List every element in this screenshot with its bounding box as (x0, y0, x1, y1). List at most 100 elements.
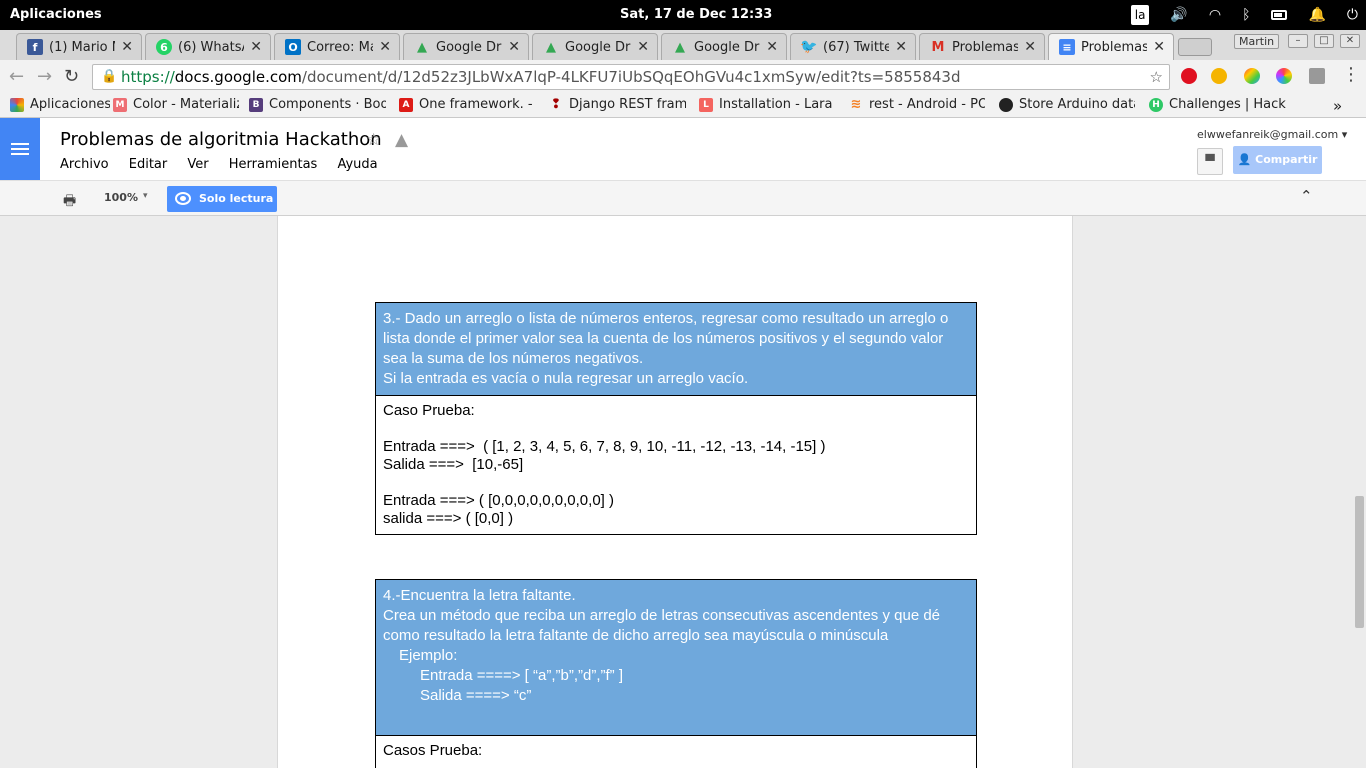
share-button[interactable]: 👤 Compartir (1233, 146, 1322, 174)
bookmark-item[interactable]: ≋ rest - Android - POST (849, 97, 985, 112)
document-page: 3.- Dado un arreglo o lista de números e… (277, 216, 1073, 768)
tab-title: Google Driv (694, 39, 760, 55)
close-tab-icon[interactable]: ✕ (637, 39, 649, 55)
keyboard-layout-indicator[interactable]: la (1130, 5, 1150, 25)
menu-ayuda[interactable]: Ayuda (337, 157, 377, 172)
secure-lock-icon[interactable]: 🔒 (101, 65, 117, 89)
browser-tab[interactable]: f (1) Mario Mo ✕ (16, 33, 142, 60)
close-window-icon[interactable]: ✕ (1340, 34, 1360, 48)
maximize-window-icon[interactable]: □ (1314, 34, 1334, 48)
activities-menu[interactable]: Aplicaciones (10, 7, 102, 22)
browser-tab-active[interactable]: ≡ Problemas c ✕ (1048, 33, 1174, 60)
print-icon[interactable]: 🖶 (63, 190, 76, 214)
document-canvas: 3.- Dado un arreglo o lista de números e… (0, 216, 1366, 768)
close-tab-icon[interactable]: ✕ (1153, 39, 1165, 55)
test-case-line: Entrada ===> ( [1, 2, 3, 4, 5, 6, 7, 8, … (383, 438, 826, 455)
back-arrow-icon[interactable]: ← (9, 66, 24, 87)
docs-toolbar: 🖶 100% ▾ Solo lectura ▾ ⌃ (0, 180, 1366, 231)
close-tab-icon[interactable]: ✕ (250, 39, 262, 55)
chevron-down-icon: ▾ (1341, 128, 1348, 141)
gmail-icon: M (931, 39, 945, 55)
collapse-header-icon[interactable]: ⌃ (1300, 187, 1313, 205)
close-tab-icon[interactable]: ✕ (121, 39, 133, 55)
test-cases: Casos Prueba: (376, 736, 976, 768)
menu-archivo[interactable]: Archivo (60, 157, 109, 172)
close-tab-icon[interactable]: ✕ (379, 39, 391, 55)
more-bookmarks-icon[interactable]: » (1333, 97, 1342, 115)
zoom-select[interactable]: 100% (104, 191, 138, 204)
tab-title: Problemas d (952, 39, 1019, 55)
address-bar[interactable]: 🔒 https://docs.google.com/document/d/12d… (92, 64, 1170, 90)
problem-table: 4.-Encuentra la letra faltante. Crea un … (375, 579, 977, 768)
minimize-window-icon[interactable]: – (1288, 34, 1308, 48)
bookmark-item[interactable]: A One framework. - An (399, 97, 536, 112)
color-picker-extension-icon[interactable] (1276, 68, 1292, 84)
menu-herramientas[interactable]: Herramientas (229, 157, 318, 172)
test-case-line: Caso Prueba: (383, 402, 475, 419)
chrome-menu-icon[interactable]: ⋮ (1342, 64, 1360, 85)
star-document-icon[interactable]: ☆ (366, 130, 381, 150)
menu-editar[interactable]: Editar (129, 157, 168, 172)
drive-folder-icon[interactable]: ▲ (395, 130, 408, 150)
bookmark-item[interactable]: M Color - Materialize (113, 97, 239, 112)
problem-header: 3.- Dado un arreglo o lista de números e… (376, 303, 976, 396)
bookmark-label: rest - Android - POST (869, 97, 985, 112)
problem-table: 3.- Dado un arreglo o lista de números e… (375, 302, 977, 535)
browser-tab[interactable]: M Problemas d ✕ (919, 33, 1045, 60)
bookmark-item[interactable]: B Components · Bootst (249, 97, 386, 112)
chevron-down-icon[interactable]: ▾ (143, 191, 148, 201)
close-tab-icon[interactable]: ✕ (508, 39, 520, 55)
wifi-icon[interactable]: ◠ (1209, 4, 1221, 26)
document-title: Problemas de algoritmia Hackathon (60, 129, 382, 150)
docs-home-icon[interactable] (0, 118, 40, 180)
docs-header: Problemas de algoritmia Hackathon ☆ ▲ Ar… (0, 118, 1366, 180)
account-email[interactable]: elwwefanreik@gmail.com ▾ (1197, 128, 1347, 141)
browser-tab[interactable]: ▲ Google Driv ✕ (403, 33, 529, 60)
browser-tab[interactable]: ▲ Google Driv ✕ (532, 33, 658, 60)
reload-icon[interactable]: ↻ (64, 66, 79, 87)
bookmark-label: Django REST framew (569, 97, 686, 112)
browser-tab[interactable]: 🐦 (67) Twitter ✕ (790, 33, 916, 60)
lambda-extension-icon[interactable] (1309, 68, 1325, 84)
tab-title: Google Driv (436, 39, 502, 55)
person-icon: 👤 (1237, 153, 1252, 166)
bluetooth-icon[interactable]: ᛒ (1242, 4, 1250, 26)
stackoverflow-icon: ≋ (850, 97, 862, 112)
bookmark-item[interactable]: ❢ Django REST framew (549, 97, 686, 112)
bookmark-item[interactable]: Aplicaciones (10, 97, 110, 112)
forward-arrow-icon[interactable]: → (37, 66, 52, 87)
bookmark-item[interactable]: L Installation - Laravel (699, 97, 833, 112)
view-mode-button[interactable]: Solo lectura ▾ (167, 186, 277, 231)
hackerrank-icon: H (1149, 97, 1163, 112)
bookmark-label: Challenges | Hacker (1169, 97, 1286, 112)
close-tab-icon[interactable]: ✕ (895, 39, 907, 55)
menu-ver[interactable]: Ver (187, 157, 208, 172)
url-path: /document/d/12d52z3JLbWxA7lqP-4LKFU7iUbS… (301, 68, 961, 86)
page-scrollbar[interactable] (1355, 496, 1364, 628)
bookmark-item[interactable]: Store Arduino data tc (999, 97, 1135, 112)
test-case-line (383, 760, 969, 768)
notification-bell-icon[interactable]: 🔔 (1308, 4, 1325, 26)
heart-extension-icon[interactable] (1244, 68, 1260, 84)
bookmark-label: Components · Bootst (269, 97, 386, 112)
bookmark-label: Aplicaciones (30, 97, 110, 112)
browser-tab[interactable]: 6 (6) WhatsAp ✕ (145, 33, 271, 60)
bookmark-star-icon[interactable]: ☆ (1150, 65, 1163, 89)
comments-button[interactable]: ▀ (1197, 148, 1223, 175)
close-tab-icon[interactable]: ✕ (1024, 39, 1036, 55)
emoji-extension-icon[interactable] (1211, 68, 1227, 84)
new-tab-button[interactable] (1178, 38, 1212, 56)
system-clock[interactable]: Sat, 17 de Dec 12:33 (620, 7, 772, 22)
bookmarks-bar: Aplicaciones M Color - Materialize B Compo… (0, 93, 1366, 118)
close-tab-icon[interactable]: ✕ (766, 39, 778, 55)
browser-tab[interactable]: ▲ Google Driv ✕ (661, 33, 787, 60)
problem-statement: Entrada ====> [ “a”,”b”,”d”,”f” ] (420, 667, 623, 684)
opera-extension-icon[interactable] (1181, 68, 1197, 84)
bookmark-item[interactable]: H Challenges | Hacker (1149, 97, 1286, 112)
profile-button[interactable]: Martin (1234, 34, 1280, 49)
volume-icon[interactable]: 🔊 (1170, 4, 1187, 26)
power-icon[interactable]: ⏻ (1347, 4, 1358, 26)
battery-icon[interactable] (1271, 10, 1288, 20)
tab-title: (1) Mario Mo (49, 39, 115, 55)
browser-tab[interactable]: O Correo: Mar ✕ (274, 33, 400, 60)
